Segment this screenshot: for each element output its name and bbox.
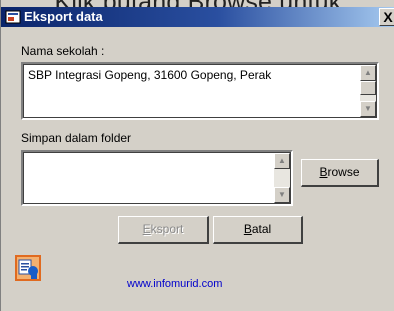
titlebar[interactable]: Eksport data X xyxy=(1,7,394,27)
app-data-icon xyxy=(15,255,41,281)
school-scrollbar[interactable]: ▲ ▼ xyxy=(360,65,376,117)
school-name-label: Nama sekolah : xyxy=(21,44,105,58)
export-label: ksport xyxy=(150,222,184,236)
scroll-up-button[interactable]: ▲ xyxy=(360,65,376,81)
scroll-thumb[interactable] xyxy=(360,81,376,95)
cancel-button[interactable]: Batal xyxy=(213,216,303,244)
browse-mnemonic: B xyxy=(319,165,328,179)
website-link[interactable]: www.infomurid.com xyxy=(127,278,222,290)
browse-label: rowse xyxy=(327,165,360,179)
dialog-window: Klik butang Browse untuk Eksport data X … xyxy=(0,0,394,311)
scroll-up-button[interactable]: ▲ xyxy=(274,153,290,169)
cancel-mnemonic: B xyxy=(243,222,252,236)
close-button[interactable]: X xyxy=(379,8,394,26)
app-window-icon xyxy=(5,10,21,24)
folder-scrollbar[interactable]: ▲ ▼ xyxy=(274,153,290,203)
scroll-down-button[interactable]: ▼ xyxy=(360,101,376,117)
school-name-field[interactable]: SBP Integrasi Gopeng, 31600 Gopeng, Pera… xyxy=(21,62,379,120)
export-mnemonic: E xyxy=(142,222,151,236)
scroll-down-button[interactable]: ▼ xyxy=(274,187,290,203)
window-title: Eksport data xyxy=(24,9,103,24)
school-name-value: SBP Integrasi Gopeng, 31600 Gopeng, Pera… xyxy=(28,68,272,82)
cancel-label: atal xyxy=(251,222,272,236)
save-folder-field[interactable]: ▲ ▼ xyxy=(21,150,293,206)
export-button[interactable]: Eksport xyxy=(118,216,209,244)
browse-button[interactable]: Browse xyxy=(301,159,379,187)
save-folder-label: Simpan dalam folder xyxy=(21,131,132,145)
